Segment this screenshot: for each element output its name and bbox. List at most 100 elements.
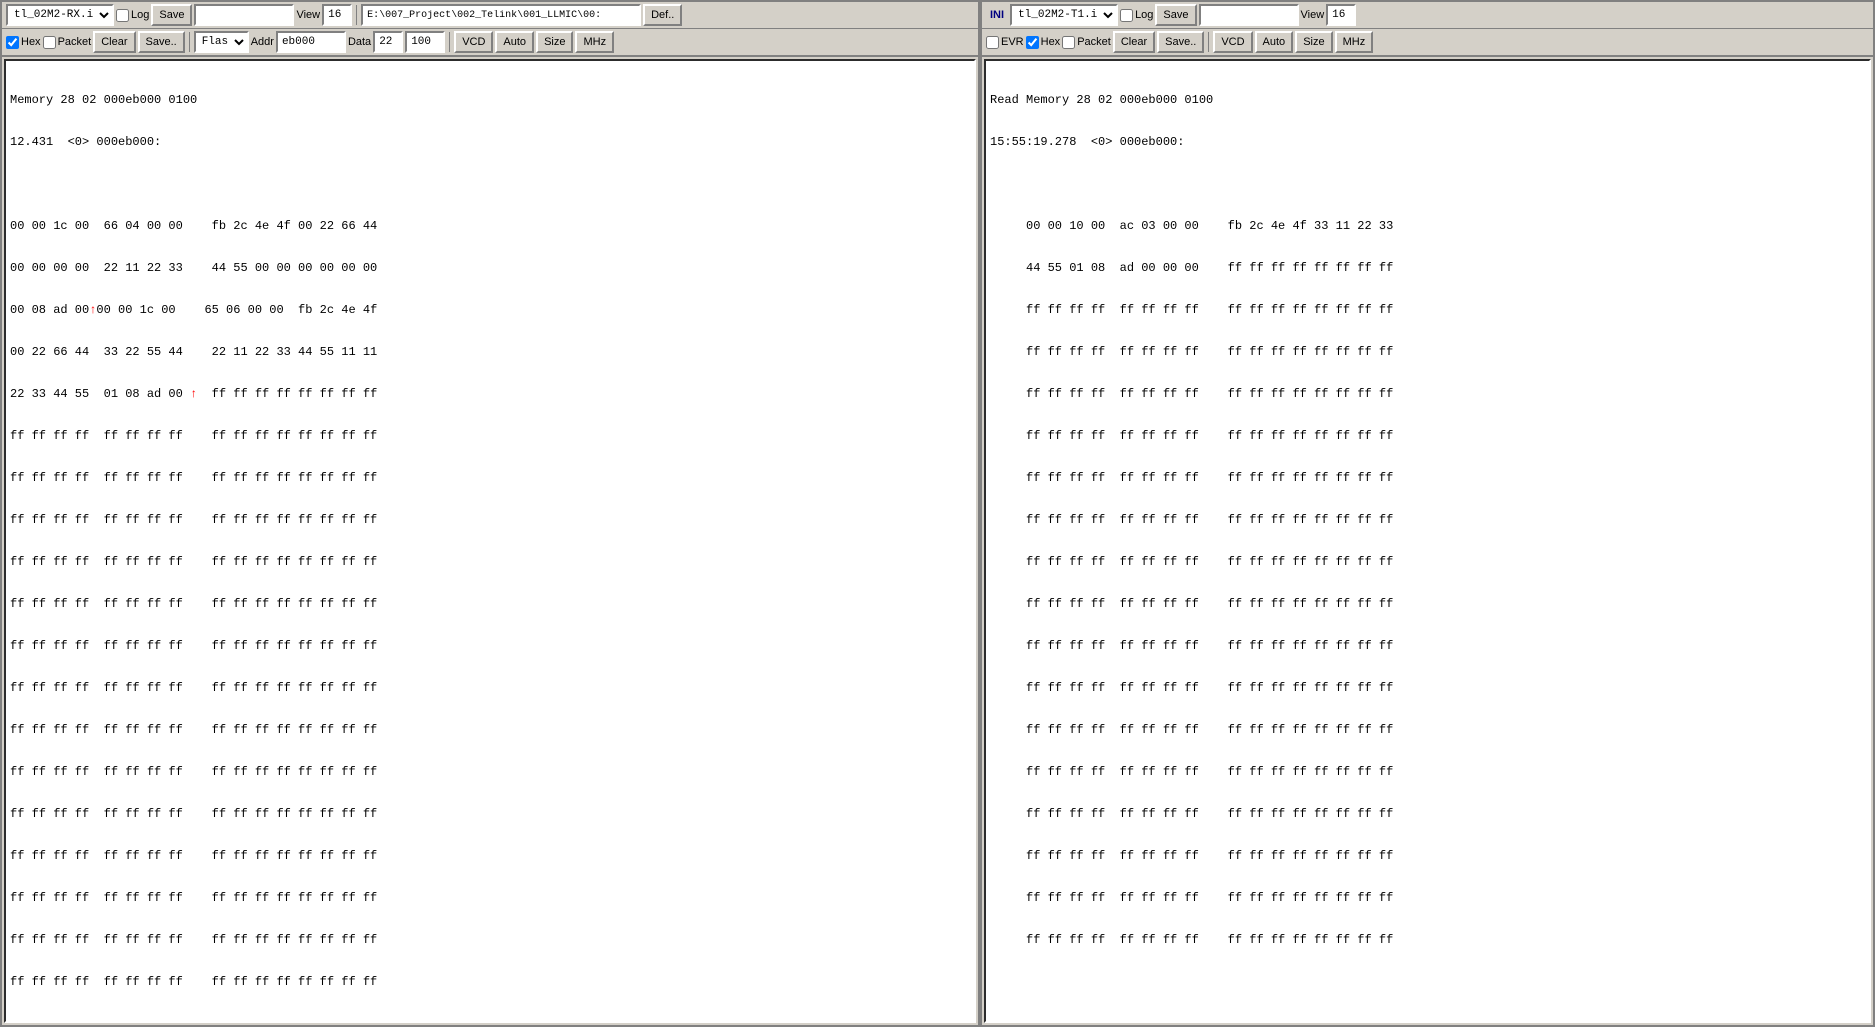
left-mhz-button[interactable]: MHz	[575, 31, 614, 53]
right-console-blank	[990, 177, 1865, 191]
right-hex-label[interactable]: Hex	[1026, 36, 1061, 49]
right-data-row-13: ff ff ff ff ff ff ff ff ff ff ff ff ff f…	[990, 765, 1865, 779]
right-log-label[interactable]: Log	[1120, 9, 1153, 22]
right-hex-checkbox[interactable]	[1026, 36, 1039, 49]
left-data-row-13: ff ff ff ff ff ff ff ff ff ff ff ff ff f…	[10, 765, 970, 779]
right-view-label: View	[1301, 9, 1325, 21]
right-evr-checkbox[interactable]	[986, 36, 999, 49]
right-data-row-8: ff ff ff ff ff ff ff ff ff ff ff ff ff f…	[990, 555, 1865, 569]
left-data-row-4: 22 33 44 55 01 08 ad 00 ↑ ff ff ff ff ff…	[10, 387, 970, 401]
right-console: Read Memory 28 02 000eb000 0100 15:55:19…	[984, 59, 1871, 1023]
separator4	[1208, 32, 1209, 52]
right-ini-label: INI	[986, 9, 1008, 21]
left-console-blank	[10, 177, 970, 191]
left-panel: tl_02M2-RX.i Log Save View Def.. Hex Pac…	[0, 0, 980, 1027]
right-save-dot-button[interactable]: Save..	[1157, 31, 1204, 53]
left-data-row-7: ff ff ff ff ff ff ff ff ff ff ff ff ff f…	[10, 513, 970, 527]
left-toolbar-row2: Hex Packet Clear Save.. Flash Addr Data …	[2, 29, 978, 57]
left-size-button[interactable]: Size	[536, 31, 573, 53]
left-data-row-1: 00 00 00 00 22 11 22 33 44 55 00 00 00 0…	[10, 261, 970, 275]
right-data-row-6: ff ff ff ff ff ff ff ff ff ff ff ff ff f…	[990, 471, 1865, 485]
left-console: Memory 28 02 000eb000 0100 12.431 <0> 00…	[4, 59, 976, 1023]
left-log-checkbox-label[interactable]: Log	[116, 9, 149, 22]
right-data-row-11: ff ff ff ff ff ff ff ff ff ff ff ff ff f…	[990, 681, 1865, 695]
left-view-input[interactable]	[322, 4, 352, 26]
left-data-row-3: 00 22 66 44 33 22 55 44 22 11 22 33 44 5…	[10, 345, 970, 359]
left-data-row-0: 00 00 1c 00 66 04 00 00 fb 2c 4e 4f 00 2…	[10, 219, 970, 233]
right-data-row-15: ff ff ff ff ff ff ff ff ff ff ff ff ff f…	[990, 849, 1865, 863]
right-data-row-0: 00 00 10 00 ac 03 00 00 fb 2c 4e 4f 33 1…	[990, 219, 1865, 233]
left-clear-button[interactable]: Clear	[93, 31, 135, 53]
left-data-row-5: ff ff ff ff ff ff ff ff ff ff ff ff ff f…	[10, 429, 970, 443]
right-packet-label[interactable]: Packet	[1062, 36, 1111, 49]
left-packet-label[interactable]: Packet	[43, 36, 92, 49]
left-path-input[interactable]	[361, 4, 641, 26]
right-unnamed-input[interactable]	[1199, 4, 1299, 26]
left-data-row-2: 00 08 ad 00↑00 00 1c 00 65 06 00 00 fb 2…	[10, 303, 970, 317]
left-addr-label: Addr	[251, 36, 274, 48]
right-data-row-5: ff ff ff ff ff ff ff ff ff ff ff ff ff f…	[990, 429, 1865, 443]
left-save-button[interactable]: Save	[151, 4, 192, 26]
right-data-row-16: ff ff ff ff ff ff ff ff ff ff ff ff ff f…	[990, 891, 1865, 905]
right-evr-label[interactable]: EVR	[986, 36, 1024, 49]
right-clear-button[interactable]: Clear	[1113, 31, 1155, 53]
right-device-select[interactable]: tl_02M2-T1.i	[1010, 4, 1118, 26]
left-console-line1: Memory 28 02 000eb000 0100	[10, 93, 970, 107]
right-toolbar-row1: INI tl_02M2-T1.i Log Save View	[982, 2, 1873, 29]
left-data-row-16: ff ff ff ff ff ff ff ff ff ff ff ff ff f…	[10, 891, 970, 905]
right-mhz-button[interactable]: MHz	[1335, 31, 1374, 53]
separator1	[356, 5, 357, 25]
separator2	[189, 32, 190, 52]
right-toolbar-row2: EVR Hex Packet Clear Save.. VCD Auto Siz…	[982, 29, 1873, 57]
left-save-dot-button[interactable]: Save..	[138, 31, 185, 53]
right-data-row-4: ff ff ff ff ff ff ff ff ff ff ff ff ff f…	[990, 387, 1865, 401]
right-panel: INI tl_02M2-T1.i Log Save View EVR Hex P…	[980, 0, 1875, 1027]
right-data-row-1: 44 55 01 08 ad 00 00 00 ff ff ff ff ff f…	[990, 261, 1865, 275]
right-vcd-button[interactable]: VCD	[1213, 31, 1252, 53]
left-def-button[interactable]: Def..	[643, 4, 682, 26]
left-data-row-9: ff ff ff ff ff ff ff ff ff ff ff ff ff f…	[10, 597, 970, 611]
right-console-line1: Read Memory 28 02 000eb000 0100	[990, 93, 1865, 107]
left-data-row-18: ff ff ff ff ff ff ff ff ff ff ff ff ff f…	[10, 975, 970, 989]
right-packet-checkbox[interactable]	[1062, 36, 1075, 49]
right-data-row-17: ff ff ff ff ff ff ff ff ff ff ff ff ff f…	[990, 933, 1865, 947]
left-toolbar-row1: tl_02M2-RX.i Log Save View Def..	[2, 2, 978, 29]
right-view-input[interactable]	[1326, 4, 1356, 26]
right-log-checkbox[interactable]	[1120, 9, 1133, 22]
left-data-row-11: ff ff ff ff ff ff ff ff ff ff ff ff ff f…	[10, 681, 970, 695]
left-packet-checkbox[interactable]	[43, 36, 56, 49]
right-data-row-3: ff ff ff ff ff ff ff ff ff ff ff ff ff f…	[990, 345, 1865, 359]
left-data-row-6: ff ff ff ff ff ff ff ff ff ff ff ff ff f…	[10, 471, 970, 485]
left-data-row-15: ff ff ff ff ff ff ff ff ff ff ff ff ff f…	[10, 849, 970, 863]
right-data-row-9: ff ff ff ff ff ff ff ff ff ff ff ff ff f…	[990, 597, 1865, 611]
right-data-row-2: ff ff ff ff ff ff ff ff ff ff ff ff ff f…	[990, 303, 1865, 317]
left-data-input[interactable]	[373, 31, 403, 53]
left-data-row-8: ff ff ff ff ff ff ff ff ff ff ff ff ff f…	[10, 555, 970, 569]
left-auto-button[interactable]: Auto	[495, 31, 534, 53]
left-data-row-10: ff ff ff ff ff ff ff ff ff ff ff ff ff f…	[10, 639, 970, 653]
left-log-checkbox[interactable]	[116, 9, 129, 22]
left-flash-select[interactable]: Flash	[194, 31, 249, 53]
right-data-row-10: ff ff ff ff ff ff ff ff ff ff ff ff ff f…	[990, 639, 1865, 653]
left-num-input[interactable]	[405, 31, 445, 53]
left-addr-input[interactable]	[276, 31, 346, 53]
left-console-line2: 12.431 <0> 000eb000:	[10, 135, 970, 149]
left-device-select[interactable]: tl_02M2-RX.i	[6, 4, 114, 26]
right-auto-button[interactable]: Auto	[1255, 31, 1294, 53]
right-console-line2: 15:55:19.278 <0> 000eb000:	[990, 135, 1865, 149]
left-view-label: View	[296, 9, 320, 21]
left-data-label: Data	[348, 36, 371, 48]
right-data-row-7: ff ff ff ff ff ff ff ff ff ff ff ff ff f…	[990, 513, 1865, 527]
left-data-row-12: ff ff ff ff ff ff ff ff ff ff ff ff ff f…	[10, 723, 970, 737]
right-size-button[interactable]: Size	[1295, 31, 1332, 53]
left-data-row-14: ff ff ff ff ff ff ff ff ff ff ff ff ff f…	[10, 807, 970, 821]
left-hex-checkbox[interactable]	[6, 36, 19, 49]
right-data-row-14: ff ff ff ff ff ff ff ff ff ff ff ff ff f…	[990, 807, 1865, 821]
right-save-button[interactable]: Save	[1155, 4, 1196, 26]
right-data-row-12: ff ff ff ff ff ff ff ff ff ff ff ff ff f…	[990, 723, 1865, 737]
left-hex-label[interactable]: Hex	[6, 36, 41, 49]
separator3	[449, 32, 450, 52]
left-unnamed-input[interactable]	[194, 4, 294, 26]
left-data-row-17: ff ff ff ff ff ff ff ff ff ff ff ff ff f…	[10, 933, 970, 947]
left-vcd-button[interactable]: VCD	[454, 31, 493, 53]
